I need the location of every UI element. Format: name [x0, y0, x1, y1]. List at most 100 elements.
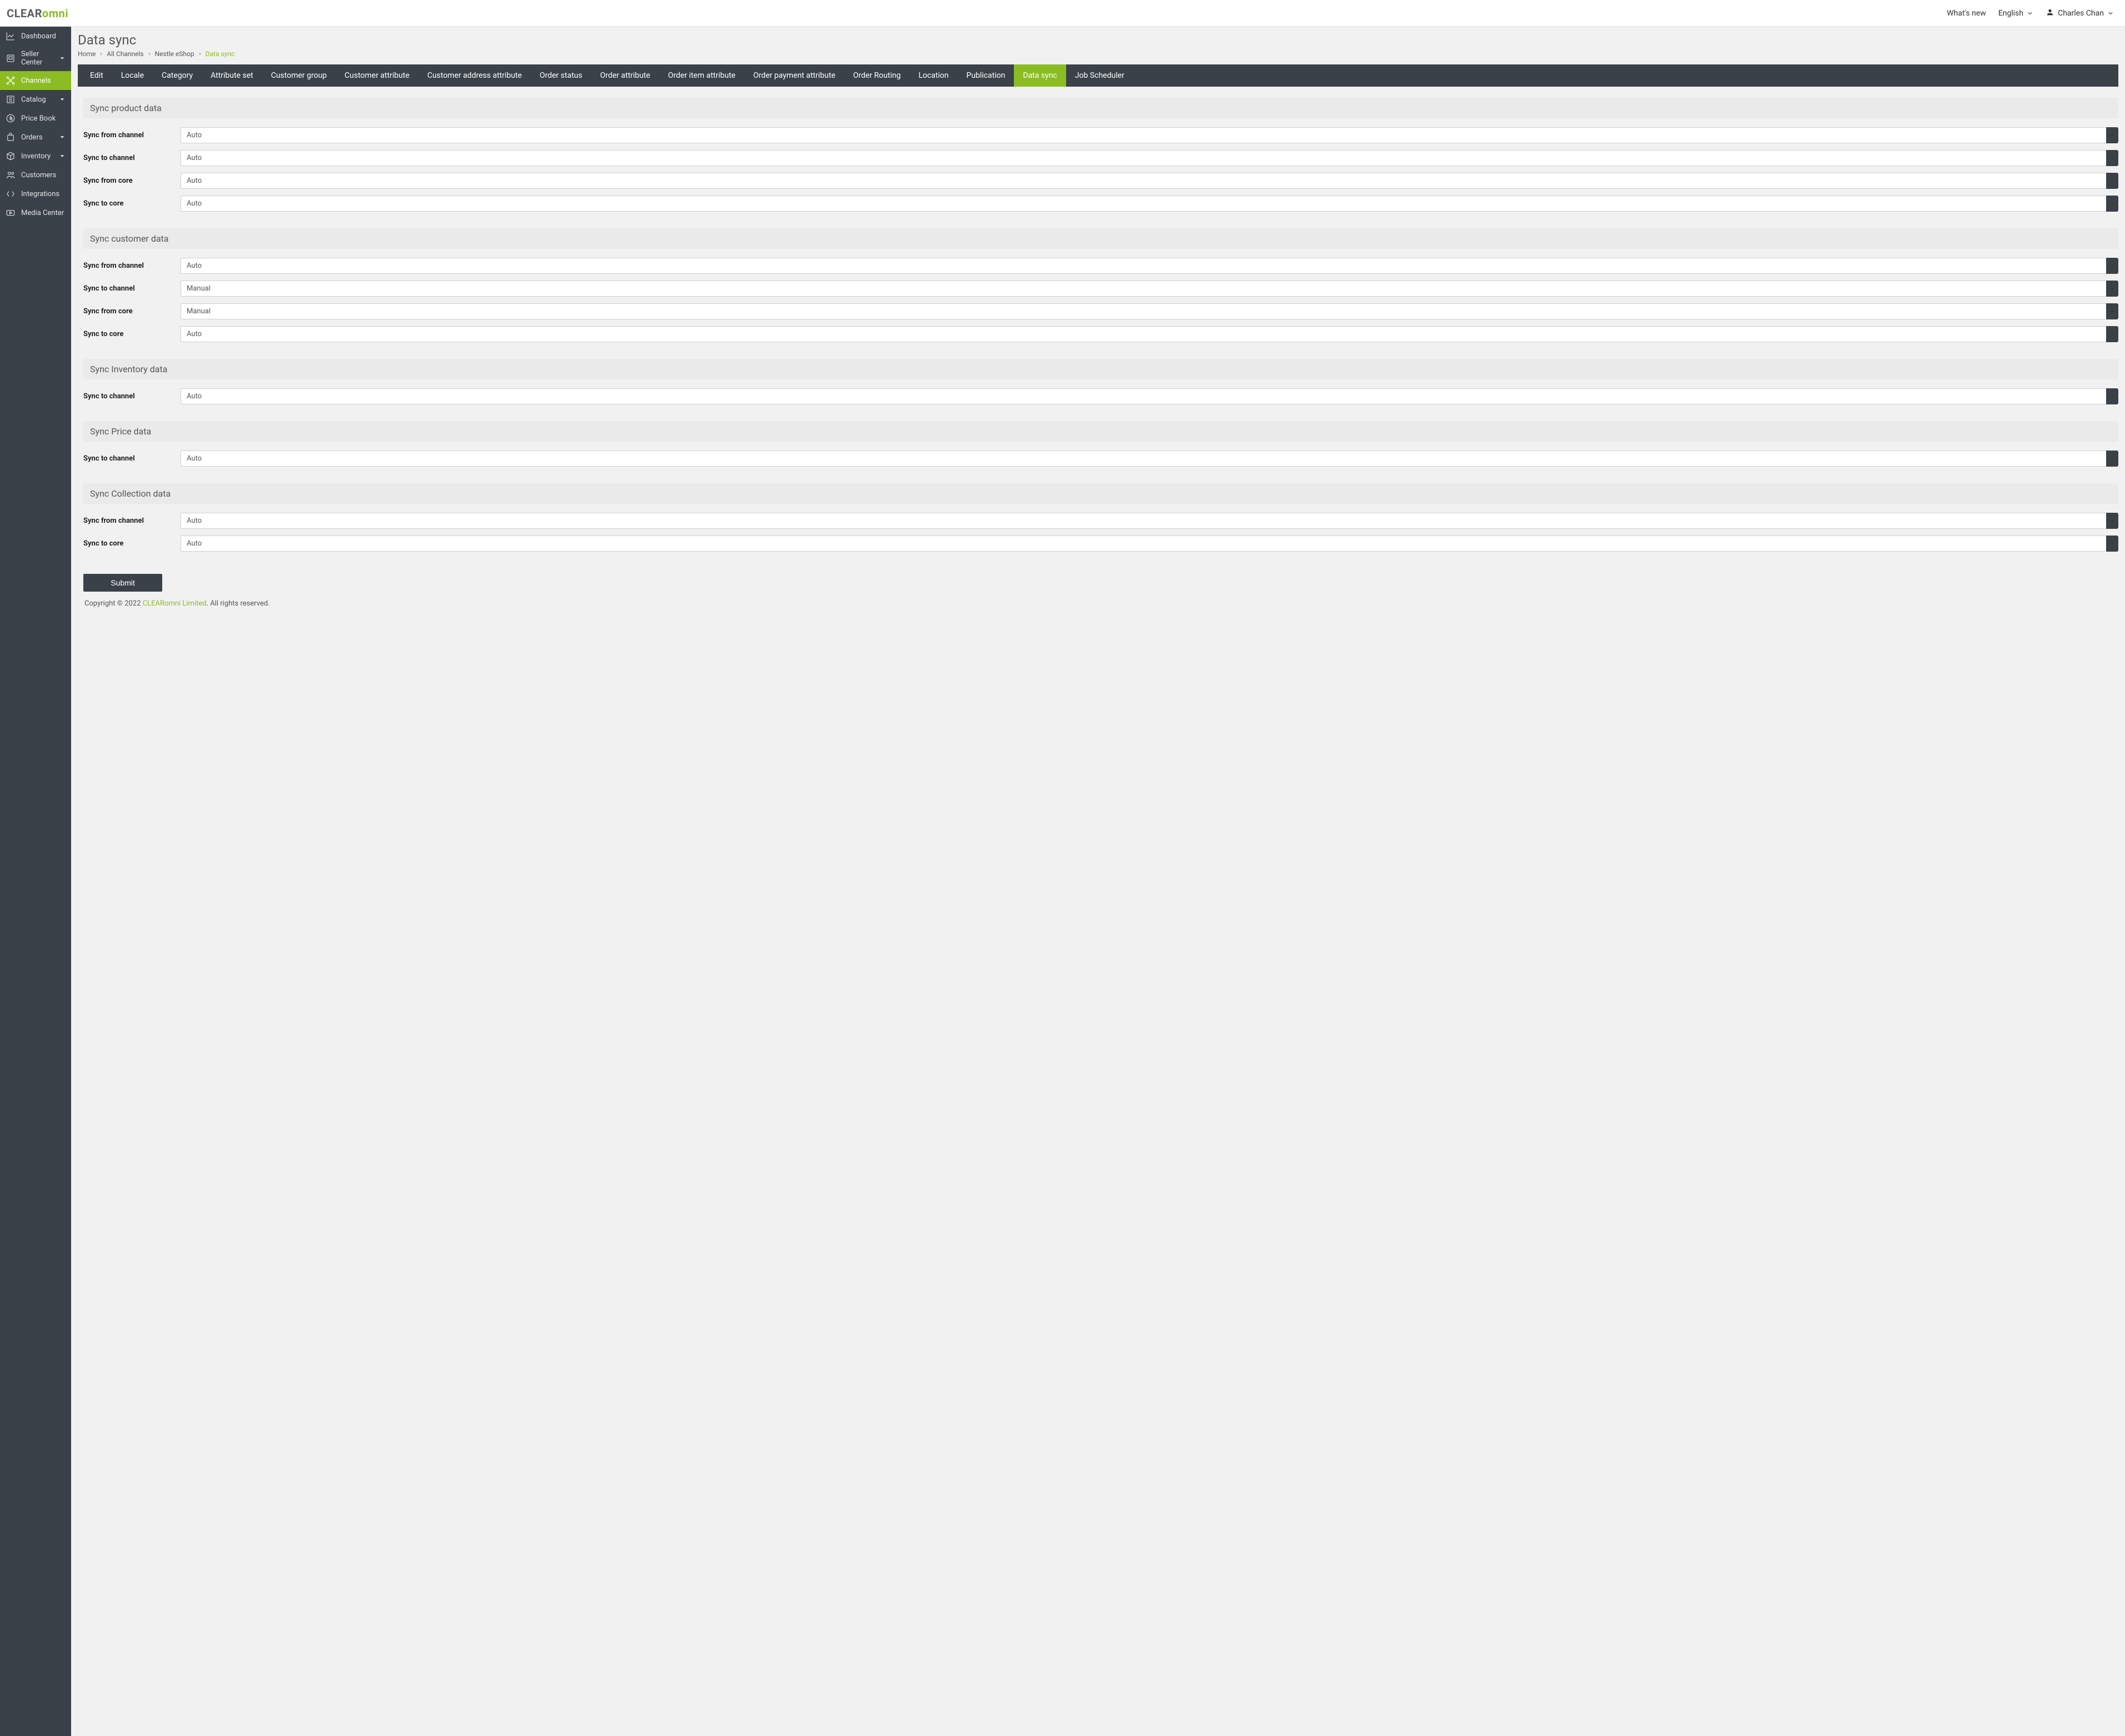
- user-menu[interactable]: Charles Chan: [2046, 8, 2114, 19]
- breadcrumb-channel[interactable]: Nestle eShop: [155, 50, 194, 58]
- sidebar-item-label: Orders: [21, 133, 43, 142]
- tab-customer-attribute[interactable]: Customer attribute: [336, 64, 418, 87]
- tab-job-scheduler[interactable]: Job Scheduler: [1066, 64, 1133, 87]
- select-field[interactable]: Auto: [181, 196, 2118, 212]
- section-header: Sync product data: [83, 98, 2118, 118]
- tab-order-routing[interactable]: Order Routing: [844, 64, 910, 87]
- sidebar-item-inventory[interactable]: Inventory: [0, 147, 71, 166]
- select-field[interactable]: Auto: [181, 513, 2118, 529]
- customers-icon: [6, 170, 16, 180]
- form-label: Sync to core: [83, 539, 175, 548]
- logo-omni: omni: [42, 7, 68, 20]
- sidebar-item-catalog[interactable]: Catalog: [0, 90, 71, 109]
- sidebar-item-price-book[interactable]: Price Book: [0, 109, 71, 128]
- section-header: Sync customer data: [83, 228, 2118, 249]
- tab-locale[interactable]: Locale: [112, 64, 153, 87]
- select-toggle[interactable]: [2106, 513, 2118, 529]
- tab-order-attribute[interactable]: Order attribute: [591, 64, 659, 87]
- select-toggle[interactable]: [2106, 150, 2118, 166]
- tab-customer-group[interactable]: Customer group: [262, 64, 336, 87]
- tab-data-sync[interactable]: Data sync: [1014, 64, 1066, 87]
- chevron-down-icon: [59, 153, 66, 159]
- sidebar-item-channels[interactable]: Channels: [0, 71, 71, 90]
- channels-icon: [6, 76, 16, 86]
- select-field[interactable]: Auto: [181, 326, 2118, 342]
- select-value: Auto: [181, 258, 2106, 274]
- select-field[interactable]: Auto: [181, 150, 2118, 166]
- sidebar-item-label: Seller Center: [21, 50, 53, 67]
- seller-icon: [6, 53, 16, 63]
- form-label: Sync from core: [83, 307, 175, 316]
- sidebar-item-orders[interactable]: Orders: [0, 128, 71, 147]
- tab-order-payment-attribute[interactable]: Order payment attribute: [744, 64, 844, 87]
- breadcrumb-home[interactable]: Home: [78, 50, 96, 58]
- footer-brand[interactable]: CLEARomni Limited: [143, 599, 207, 608]
- select-toggle[interactable]: [2106, 536, 2118, 552]
- form-label: Sync to core: [83, 199, 175, 208]
- select-field[interactable]: Auto: [181, 451, 2118, 467]
- select-field[interactable]: Auto: [181, 258, 2118, 274]
- language-selector[interactable]: English: [1998, 9, 2033, 18]
- sidebar-item-seller-center[interactable]: Seller Center: [0, 46, 71, 71]
- catalog-icon: [6, 94, 16, 104]
- sidebar-item-customers[interactable]: Customers: [0, 166, 71, 184]
- select-field[interactable]: Auto: [181, 127, 2118, 143]
- submit-button[interactable]: Submit: [83, 574, 162, 592]
- tab-publication[interactable]: Publication: [958, 64, 1014, 87]
- select-toggle[interactable]: [2106, 281, 2118, 297]
- select-toggle[interactable]: [2106, 451, 2118, 467]
- sidebar: Dashboard Seller Center Channels Catalog…: [0, 27, 71, 1736]
- select-toggle[interactable]: [2106, 388, 2118, 404]
- form-label: Sync from channel: [83, 517, 175, 525]
- select-field[interactable]: Manual: [181, 303, 2118, 319]
- logo[interactable]: CLEARomni: [7, 7, 68, 20]
- select-toggle[interactable]: [2106, 127, 2118, 143]
- select-field[interactable]: Auto: [181, 388, 2118, 404]
- select-value: Auto: [181, 388, 2106, 404]
- sidebar-item-label: Catalog: [21, 96, 46, 104]
- sidebar-item-media-center[interactable]: Media Center: [0, 203, 71, 222]
- top-header: CLEARomni What's new English Charles Cha…: [0, 0, 2125, 27]
- form-label: Sync to channel: [83, 284, 175, 293]
- section-block: Sync customer data Sync from channel Aut…: [83, 228, 2118, 342]
- footer-rights: . All rights reserved.: [207, 599, 270, 608]
- sidebar-item-label: Dashboard: [21, 32, 56, 41]
- sidebar-item-dashboard[interactable]: Dashboard: [0, 27, 71, 46]
- select-field[interactable]: Manual: [181, 281, 2118, 297]
- sidebar-item-label: Integrations: [21, 190, 59, 198]
- select-value: Auto: [181, 513, 2106, 529]
- section-block: Sync Inventory data Sync to channel Auto: [83, 359, 2118, 404]
- breadcrumb-all-channels[interactable]: All Channels: [107, 50, 143, 58]
- whats-new-link[interactable]: What's new: [1947, 9, 1986, 18]
- sidebar-item-integrations[interactable]: Integrations: [0, 184, 71, 203]
- section-block: Sync Price data Sync to channel Auto: [83, 421, 2118, 467]
- chevron-right-icon: [198, 50, 202, 58]
- select-field[interactable]: Auto: [181, 173, 2118, 189]
- breadcrumb: Home All Channels Nestle eShop Data sync: [78, 50, 2118, 58]
- chevron-down-icon: [59, 55, 66, 62]
- form-row: Sync from channel Auto: [83, 258, 2118, 274]
- tab-order-status[interactable]: Order status: [531, 64, 591, 87]
- select-toggle[interactable]: [2106, 196, 2118, 212]
- tab-category[interactable]: Category: [153, 64, 202, 87]
- header-right: What's new English Charles Chan: [1947, 8, 2114, 19]
- breadcrumb-current: Data sync: [206, 50, 235, 58]
- logo-clear: CLEAR: [7, 7, 42, 20]
- form-row: Sync to core Auto: [83, 196, 2118, 212]
- select-toggle[interactable]: [2106, 258, 2118, 274]
- form-label: Sync from channel: [83, 262, 175, 270]
- tab-attribute-set[interactable]: Attribute set: [202, 64, 262, 87]
- tab-edit[interactable]: Edit: [81, 64, 112, 87]
- select-toggle[interactable]: [2106, 173, 2118, 189]
- form-row: Sync to channel Auto: [83, 388, 2118, 404]
- user-icon: [2046, 8, 2054, 19]
- tab-order-item-attribute[interactable]: Order item attribute: [659, 64, 744, 87]
- select-toggle[interactable]: [2106, 303, 2118, 319]
- tab-location[interactable]: Location: [909, 64, 957, 87]
- section-block: Sync product data Sync from channel Auto…: [83, 98, 2118, 212]
- select-value: Auto: [181, 173, 2106, 189]
- sidebar-item-label: Price Book: [21, 114, 56, 123]
- tab-customer-address-attribute[interactable]: Customer address attribute: [418, 64, 531, 87]
- select-toggle[interactable]: [2106, 326, 2118, 342]
- select-field[interactable]: Auto: [181, 536, 2118, 552]
